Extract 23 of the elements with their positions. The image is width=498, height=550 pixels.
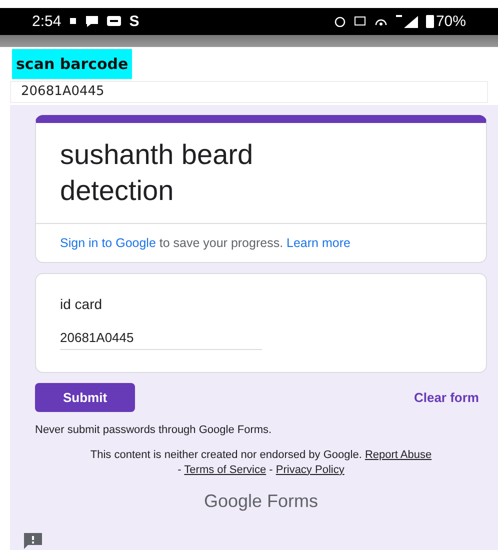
submit-button[interactable]: Submit bbox=[35, 383, 135, 412]
battery-icon bbox=[426, 14, 434, 28]
password-warning: Never submit passwords through Google Forms. bbox=[35, 424, 273, 436]
barcode-field[interactable]: 20681A0445 bbox=[10, 81, 488, 103]
terms-link[interactable]: Terms of Service bbox=[184, 464, 266, 476]
status-time: 2:54 bbox=[32, 12, 62, 30]
sign-in-link[interactable]: Sign in to Google bbox=[60, 236, 156, 250]
feedback-icon[interactable] bbox=[23, 532, 43, 550]
message-icon bbox=[107, 15, 122, 28]
sign-in-notice: Sign in to Google to save your progress. Learn more bbox=[36, 223, 486, 262]
learn-more-link[interactable]: Learn more bbox=[286, 236, 350, 250]
question-label: id card bbox=[59, 295, 104, 312]
disclaimer: This content is neither created nor endorsed by Google. Report Abuse - Terms of Service - Privacy Policy bbox=[89, 448, 433, 477]
chat-icon bbox=[85, 15, 100, 28]
clear-form-button[interactable]: Clear form bbox=[414, 390, 487, 406]
google-forms-wordmark: Google Forms bbox=[202, 491, 320, 512]
scan-barcode-button[interactable]: scan barcode bbox=[12, 49, 132, 80]
form-title: sushanth beard detection bbox=[59, 138, 254, 208]
report-abuse-link[interactable]: Report Abuse bbox=[364, 449, 432, 462]
app-letter: S bbox=[129, 12, 140, 30]
battery-percent: 70% bbox=[436, 12, 466, 30]
signal-icon bbox=[396, 14, 418, 28]
privacy-link[interactable]: Privacy Policy bbox=[276, 464, 344, 476]
